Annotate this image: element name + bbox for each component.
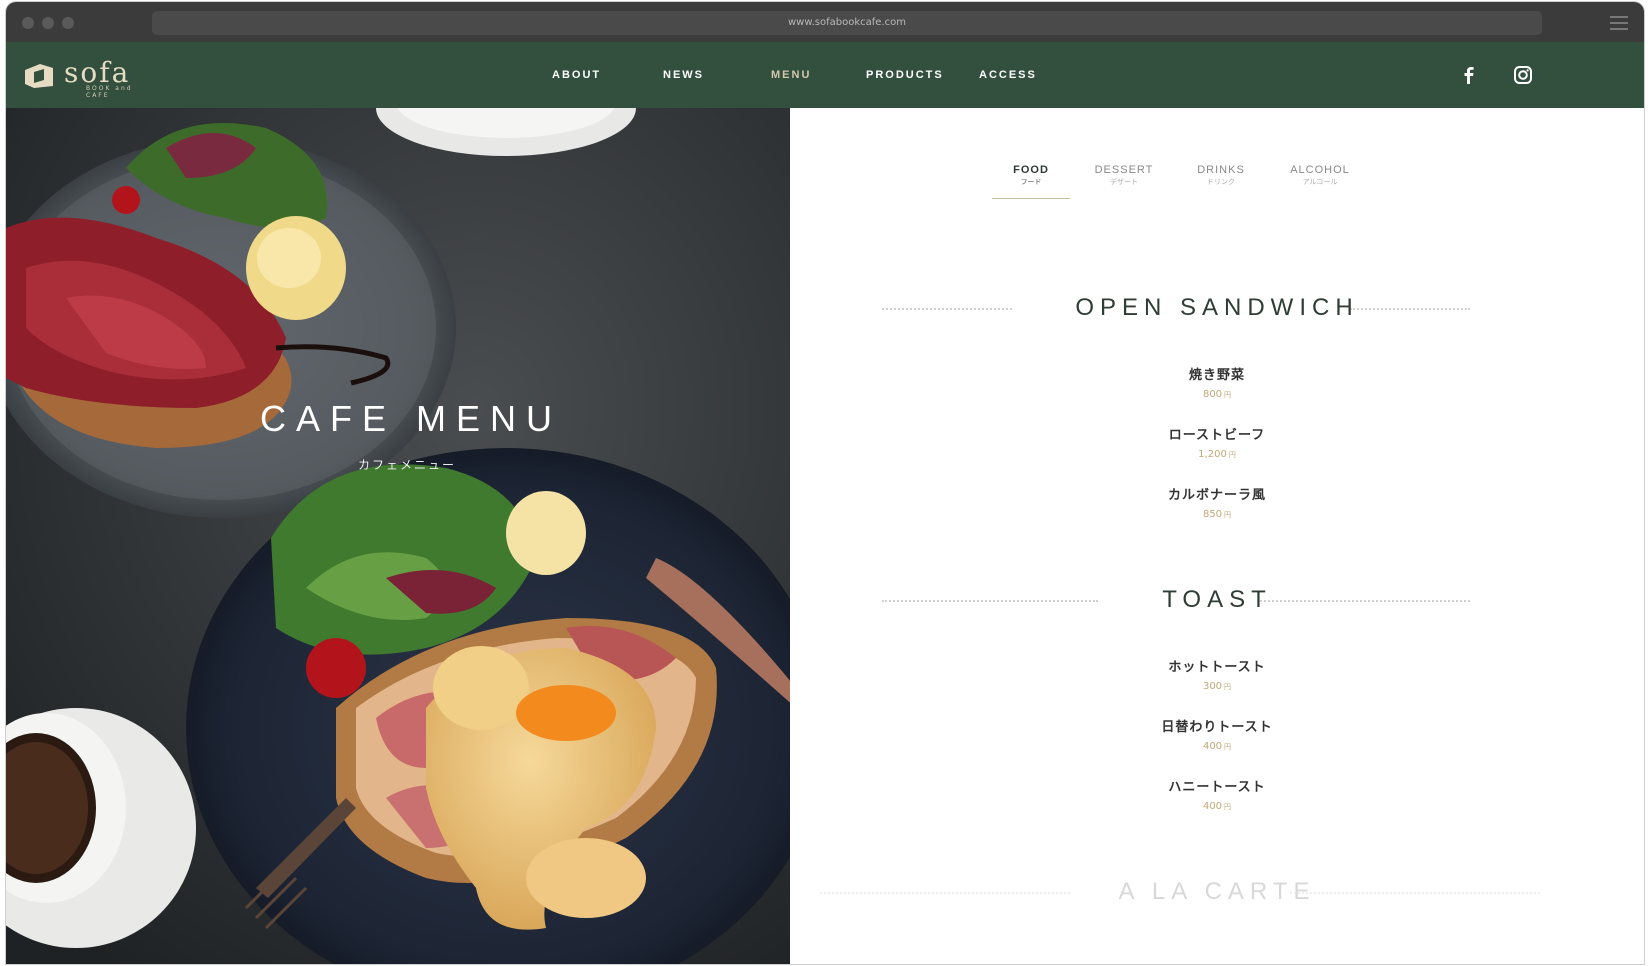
tab-drinks[interactable]: DRINKS ドリンク [1176, 164, 1266, 187]
nav-about[interactable]: ABOUT [552, 42, 601, 108]
tab-alcohol-label: ALCOHOL [1290, 164, 1350, 176]
menu-item: カルボナーラ風 850 円 [790, 484, 1644, 520]
menu-item-price: 400 円 [1202, 801, 1232, 812]
tab-dessert-sublabel: デザート [1110, 179, 1138, 186]
site-header: sofa BOOK and CAFE ABOUT NEWS MENU PRODU… [6, 42, 1644, 108]
menu-panel: FOOD フード DESSERT デザート DRINKS ドリンク ALCOHO… [790, 108, 1644, 964]
browser-menu-icon[interactable] [1610, 16, 1628, 30]
tab-alcohol-sublabel: アルコール [1302, 179, 1338, 186]
menu-item-price: 400 円 [1202, 741, 1232, 752]
tab-alcohol[interactable]: ALCOHOL アルコール [1275, 164, 1365, 187]
section-title-toast: TOAST [1162, 586, 1272, 613]
tab-drinks-sublabel: ドリンク [1207, 179, 1235, 186]
menu-item-name: ホットトースト [1168, 660, 1266, 675]
tab-drinks-label: DRINKS [1197, 164, 1245, 176]
site-logo[interactable]: sofa BOOK and CAFE [22, 54, 152, 99]
nav-products[interactable]: PRODUCTS [866, 42, 944, 108]
url-bar[interactable]: www.sofabookcafe.com [152, 11, 1542, 35]
hero-title: CAFE MENU [260, 398, 563, 439]
menu-item-name: 焼き野菜 [1188, 368, 1245, 383]
menu-item: 焼き野菜 800 円 [790, 364, 1644, 400]
food-illustration [6, 108, 790, 964]
logo-tagline: BOOK and CAFE [86, 85, 133, 99]
nav-menu[interactable]: MENU [771, 42, 811, 108]
menu-item-price: 800 円 [1202, 389, 1232, 400]
tab-dessert[interactable]: DESSERT デザート [1079, 164, 1169, 187]
nav-access[interactable]: ACCESS [979, 42, 1037, 108]
menu-item-price: 850 円 [1202, 509, 1232, 520]
window-close-dot[interactable] [22, 17, 34, 29]
nav-news[interactable]: NEWS [663, 42, 704, 108]
menu-item: ローストビーフ 1,200 円 [790, 424, 1644, 460]
active-tab-underline [992, 198, 1070, 199]
sofa-logo-icon [25, 64, 53, 88]
menu-item: ハニートースト 400 円 [790, 776, 1644, 812]
tab-food-label: FOOD [1013, 164, 1049, 176]
hero-subtitle: カフェメニュー [358, 458, 457, 472]
menu-item: 日替わりトースト 400 円 [790, 716, 1644, 752]
browser-chrome: www.sofabookcafe.com [6, 2, 1644, 42]
window-minimize-dot[interactable] [42, 17, 54, 29]
tab-dessert-label: DESSERT [1094, 164, 1154, 176]
hero-food-photo: CAFE MENU カフェメニュー [6, 108, 790, 964]
window-maximize-dot[interactable] [62, 17, 74, 29]
facebook-icon[interactable] [1458, 64, 1480, 86]
menu-item-name: ハニートースト [1168, 780, 1266, 795]
tab-food-sublabel: フード [1020, 179, 1042, 186]
menu-item-price: 300 円 [1202, 681, 1232, 692]
section-title-open-sandwich: OPEN SANDWICH [1075, 294, 1359, 321]
menu-item-name: カルボナーラ風 [1167, 488, 1266, 503]
menu-item-name: ローストビーフ [1168, 428, 1266, 443]
instagram-icon[interactable] [1512, 64, 1534, 86]
tab-food[interactable]: FOOD フード [986, 164, 1076, 187]
browser-window: www.sofabookcafe.com sofa BOOK and CAFE … [6, 2, 1644, 964]
menu-item-price: 1,200 円 [1198, 449, 1236, 460]
menu-item-name: 日替わりトースト [1161, 720, 1273, 735]
section-title-a-la-carte: A LA CARTE [1118, 878, 1316, 905]
menu-item: ホットトースト 300 円 [790, 656, 1644, 692]
